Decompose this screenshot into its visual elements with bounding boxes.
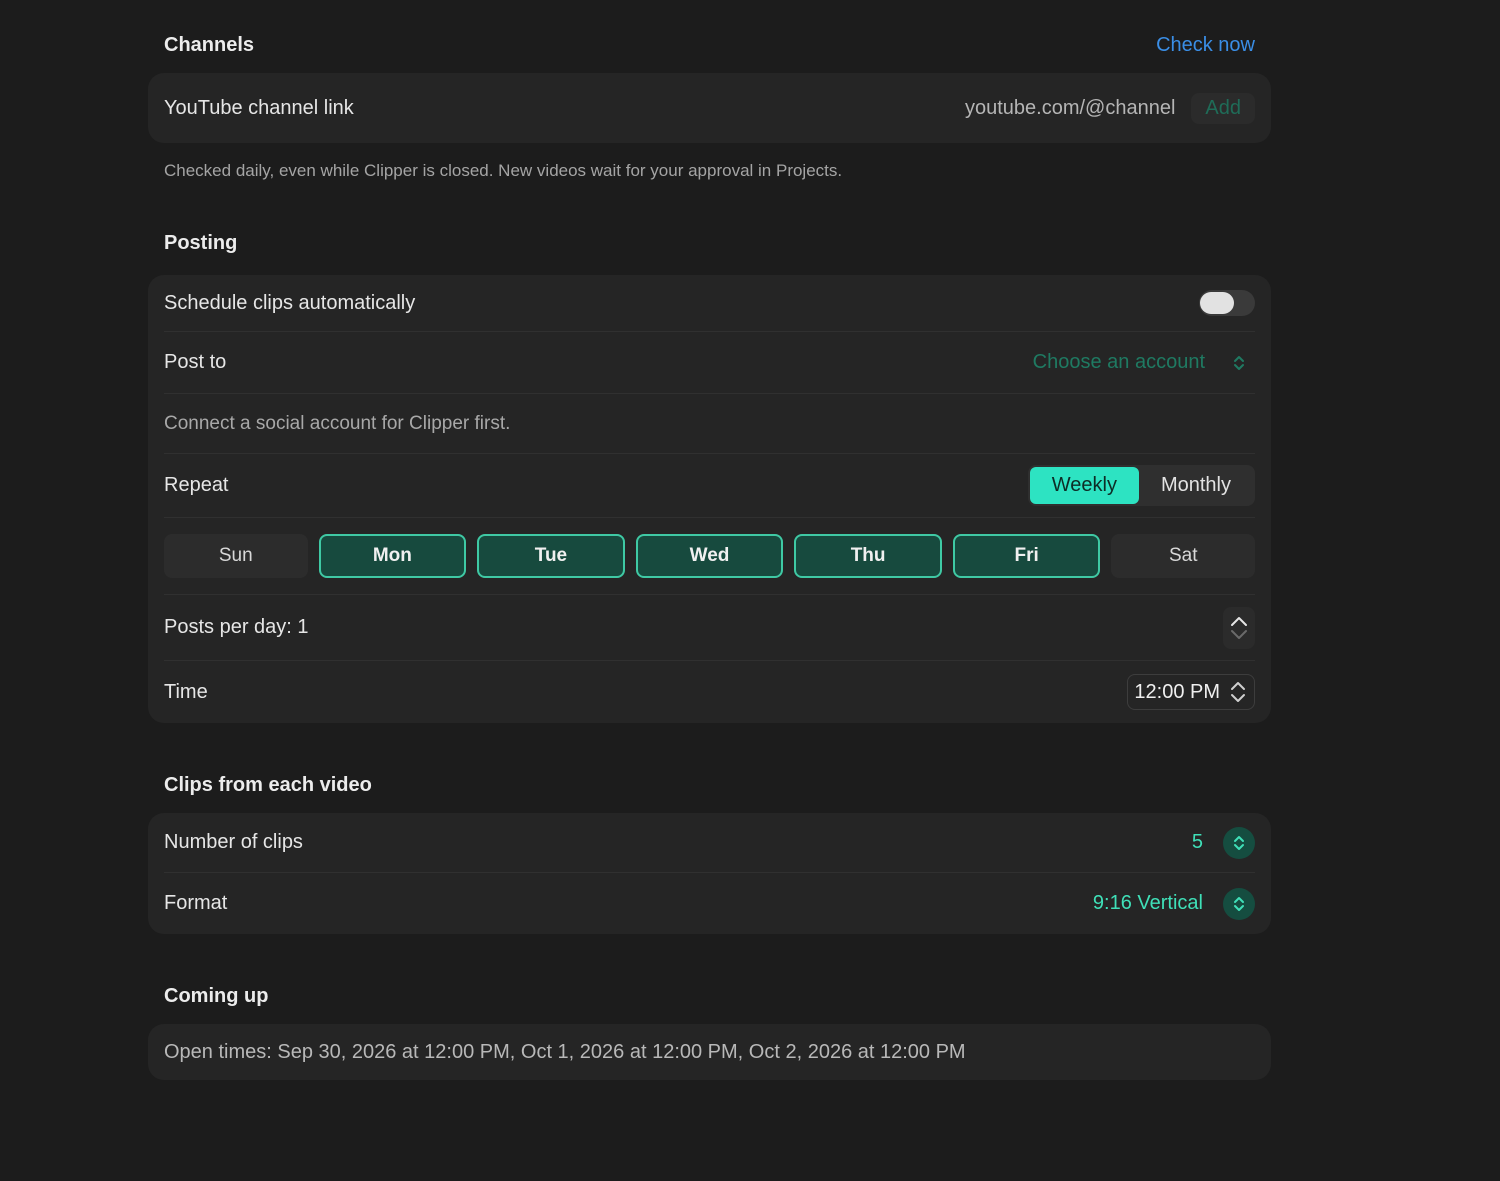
chevron-up-down-icon [1223,887,1255,920]
number-of-clips-row: Number of clips 5 [164,813,1255,873]
posting-title: Posting [164,231,238,254]
day-mon[interactable]: Mon [318,534,467,578]
schedule-row: Schedule clips automatically [164,275,1255,332]
repeat-monthly-option[interactable]: Monthly [1139,467,1253,504]
connect-note-row: Connect a social account for Clipper fir… [164,394,1255,454]
repeat-row: Repeat Weekly Monthly [164,454,1255,518]
format-label: Format [164,892,228,914]
stepper-down-icon[interactable] [1229,628,1249,642]
repeat-label: Repeat [164,474,229,496]
coming-up-title: Coming up [164,984,269,1007]
settings-panel: Channels Check now YouTube channel link … [148,0,1271,1080]
posting-card: Schedule clips automatically Post to Cho… [148,275,1271,723]
coming-up-card: Open times: Sep 30, 2026 at 12:00 PM, Oc… [148,1024,1271,1080]
day-picker: Sun Mon Tue Wed Thu Fri Sat [164,518,1256,594]
time-value: 12:00 PM [1134,680,1220,703]
schedule-toggle[interactable] [1199,290,1255,316]
repeat-weekly-option[interactable]: Weekly [1029,467,1139,504]
clips-header: Clips from each video [148,765,1271,805]
days-row: Sun Mon Tue Wed Thu Fri Sat [164,518,1256,595]
stepper-up-icon[interactable] [1229,614,1249,628]
post-to-label: Post to [164,351,227,373]
channels-title: Channels [164,33,255,56]
number-of-clips-label: Number of clips [164,831,303,853]
channels-header: Channels Check now [148,25,1271,65]
day-sun[interactable]: Sun [164,534,308,578]
day-thu[interactable]: Thu [794,534,942,578]
post-to-value: Choose an account [1032,351,1205,373]
posts-per-day-row: Posts per day: 1 [164,595,1255,661]
posts-per-day-label: Posts per day: 1 [164,616,309,638]
posting-header: Posting [148,223,1271,263]
add-channel-button[interactable]: Add [1191,92,1255,124]
posts-per-day-stepper[interactable] [1223,606,1255,649]
repeat-segmented-control: Weekly Monthly [1027,465,1255,506]
coming-up-text: Open times: Sep 30, 2026 at 12:00 PM, Oc… [164,1040,966,1063]
time-row: Time 12:00 PM [164,661,1255,723]
coming-up-header: Coming up [148,976,1271,1016]
format-value: 9:16 Vertical [1092,892,1203,914]
youtube-link-input[interactable]: youtube.com/@channel [965,97,1175,120]
time-label: Time [164,680,208,703]
connect-note: Connect a social account for Clipper fir… [164,412,511,434]
toggle-knob [1200,292,1234,314]
post-to-row: Post to Choose an account [164,332,1255,394]
time-stepper-icon[interactable] [1228,679,1248,705]
channels-card: YouTube channel link youtube.com/@channe… [148,73,1271,143]
clips-card: Number of clips 5 Format 9:16 Vertical [148,813,1271,934]
youtube-link-row: YouTube channel link youtube.com/@channe… [164,73,1255,143]
format-row: Format 9:16 Vertical [164,873,1255,934]
chevron-up-down-icon [1223,826,1255,859]
number-of-clips-value: 5 [1191,831,1203,853]
post-to-select[interactable]: Choose an account [1033,347,1255,379]
schedule-label: Schedule clips automatically [164,291,416,314]
clips-title: Clips from each video [164,773,372,796]
day-tue[interactable]: Tue [477,534,625,578]
format-select[interactable]: 9:16 Vertical [1092,887,1255,920]
day-wed[interactable]: Wed [635,534,784,578]
youtube-link-label: YouTube channel link [164,96,354,119]
time-picker[interactable]: 12:00 PM [1127,674,1255,710]
chevron-up-down-icon [1223,347,1255,379]
check-now-link[interactable]: Check now [1156,34,1255,57]
channels-helper-text: Checked daily, even while Clipper is clo… [164,161,843,180]
number-of-clips-select[interactable]: 5 [1191,826,1255,859]
day-sat[interactable]: Sat [1111,534,1256,578]
day-fri[interactable]: Fri [952,534,1101,578]
